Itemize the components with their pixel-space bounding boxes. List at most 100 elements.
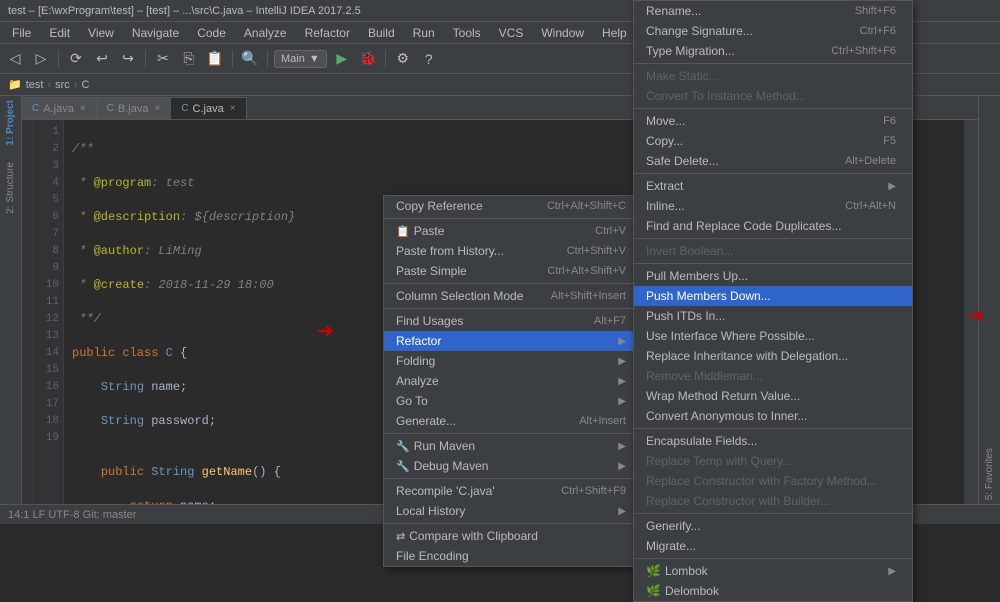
c-java-close[interactable]: × [230,103,236,114]
menu-help[interactable]: Help [594,24,635,42]
ref-push-itds[interactable]: Push ITDs In... [634,306,912,326]
ctx-compare-clipboard[interactable]: ⇄ Compare with Clipboard [384,526,642,546]
left-sidebar: 1: Project 2: Structure [0,96,22,504]
ctx-recompile[interactable]: Recompile 'C.java' Ctrl+Shift+F9 [384,481,642,501]
ref-inline[interactable]: Inline... Ctrl+Alt+N [634,196,912,216]
ref-extract[interactable]: Extract ▶ [634,176,912,196]
help-icon-btn[interactable]: ? [418,48,440,70]
ctx-column-mode[interactable]: Column Selection Mode Alt+Shift+Insert [384,286,642,306]
run-config-dropdown[interactable]: Main ▼ [274,50,327,68]
breadcrumb-sep-1: › [47,79,51,91]
ctx-refactor[interactable]: Refactor ▶ [384,331,642,351]
ref-delombok[interactable]: 🌿 Delombok [634,581,912,601]
ctx-find-usages-shortcut: Alt+F7 [594,315,626,327]
ctx-folding[interactable]: Folding ▶ [384,351,642,371]
copy-button[interactable]: ⎘ [178,48,200,70]
menu-build[interactable]: Build [360,24,403,42]
menu-file[interactable]: File [4,24,39,42]
push-members-arrow: ➜ [967,303,984,328]
menu-navigate[interactable]: Navigate [124,24,187,42]
ref-safe-delete[interactable]: Safe Delete... Alt+Delete [634,151,912,171]
ref-convert-anonymous[interactable]: Convert Anonymous to Inner... [634,406,912,426]
project-panel-label[interactable]: 1: Project [3,96,18,150]
ref-pull-members-up[interactable]: Pull Members Up... [634,266,912,286]
ref-copy[interactable]: Copy... F5 [634,131,912,151]
ref-lombok-arrow-icon: ▶ [888,566,896,577]
toolbar-sep-3 [232,50,233,68]
search-button[interactable]: 🔍 [239,48,261,70]
maven-icon: 🔧 [396,440,410,453]
ref-generify[interactable]: Generify... [634,516,912,536]
delombok-icon: 🌿 [646,584,661,598]
menu-edit[interactable]: Edit [41,24,78,42]
ctx-paste-simple[interactable]: Paste Simple Ctrl+Alt+Shift+V [384,261,642,281]
sdk-button[interactable]: ⚙ [392,48,414,70]
debug-button[interactable]: 🐞 [357,48,379,70]
c-file[interactable]: C [81,79,89,91]
ref-find-duplicates[interactable]: Find and Replace Code Duplicates... [634,216,912,236]
menu-analyze[interactable]: Analyze [236,24,295,42]
sync-button[interactable]: ⟳ [65,48,87,70]
undo-button[interactable]: ↩ [91,48,113,70]
tab-a-java[interactable]: C A.java × [22,97,97,119]
ctx-paste-history[interactable]: Paste from History... Ctrl+Shift+V [384,241,642,261]
ref-type-migration[interactable]: Type Migration... Ctrl+Shift+F6 [634,41,912,61]
ctx-folding-arrow-icon: ▶ [618,356,626,367]
ref-push-members-down[interactable]: Push Members Down... [634,286,912,306]
menu-tools[interactable]: Tools [445,24,489,42]
ref-rename[interactable]: Rename... Shift+F6 [634,1,912,21]
ref-change-signature[interactable]: Change Signature... Ctrl+F6 [634,21,912,41]
ctx-paste[interactable]: 📋 Paste Ctrl+V [384,221,642,241]
ctx-generate[interactable]: Generate... Alt+Insert [384,411,642,431]
menu-refactor[interactable]: Refactor [297,24,358,42]
ref-find-duplicates-label: Find and Replace Code Duplicates... [646,219,841,233]
ctx-copy-reference[interactable]: Copy Reference Ctrl+Alt+Shift+C [384,196,642,216]
ctx-find-usages[interactable]: Find Usages Alt+F7 [384,311,642,331]
ref-encapsulate-fields[interactable]: Encapsulate Fields... [634,431,912,451]
redo-button[interactable]: ↪ [117,48,139,70]
tab-c-java[interactable]: C C.java × [171,97,246,119]
menu-view[interactable]: View [80,24,122,42]
ctx-debug-maven[interactable]: 🔧 Debug Maven ▶ [384,456,642,476]
a-java-icon: C [32,103,39,114]
ref-sep-2 [634,108,912,109]
ref-replace-temp-label: Replace Temp with Query... [646,454,792,468]
ref-migrate[interactable]: Migrate... [634,536,912,556]
ref-move[interactable]: Move... F6 [634,111,912,131]
menu-vcs[interactable]: VCS [491,24,532,42]
forward-button[interactable]: ▷ [30,48,52,70]
ref-replace-inheritance[interactable]: Replace Inheritance with Delegation... [634,346,912,366]
menu-code[interactable]: Code [189,24,234,42]
ref-lombok[interactable]: 🌿 Lombok ▶ [634,561,912,581]
ref-type-migration-label: Type Migration... [646,44,735,58]
project-name[interactable]: test [26,79,44,91]
tab-b-java[interactable]: C B.java × [97,97,172,119]
ctx-run-maven[interactable]: 🔧 Run Maven ▶ [384,436,642,456]
paste-icon: 📋 [396,225,410,238]
cut-button[interactable]: ✂ [152,48,174,70]
ref-wrap-return[interactable]: Wrap Method Return Value... [634,386,912,406]
ctx-find-usages-label: Find Usages [396,314,463,328]
back-button[interactable]: ◁ [4,48,26,70]
structure-panel-label[interactable]: 2: Structure [3,158,18,218]
b-java-close[interactable]: × [154,103,160,114]
ctx-sep-3 [384,308,642,309]
run-button[interactable]: ▶ [331,48,353,70]
ctx-file-encoding[interactable]: File Encoding [384,546,642,566]
paste-button[interactable]: 📋 [204,48,226,70]
favorites-panel-label[interactable]: 5: Favorites [982,444,997,504]
ref-use-interface[interactable]: Use Interface Where Possible... [634,326,912,346]
menu-window[interactable]: Window [533,24,592,42]
ctx-goto[interactable]: Go To ▶ [384,391,642,411]
ctx-sep-5 [384,478,642,479]
ctx-sep-2 [384,283,642,284]
ref-replace-temp: Replace Temp with Query... [634,451,912,471]
ctx-analyze[interactable]: Analyze ▶ [384,371,642,391]
breadcrumb-sep-2: › [74,79,78,91]
menu-run[interactable]: Run [405,24,443,42]
ctx-local-history[interactable]: Local History ▶ [384,501,642,521]
a-java-close[interactable]: × [80,103,86,114]
src-folder[interactable]: src [55,79,70,91]
toolbar-sep-4 [267,50,268,68]
refactor-submenu: Rename... Shift+F6 Change Signature... C… [633,0,913,602]
